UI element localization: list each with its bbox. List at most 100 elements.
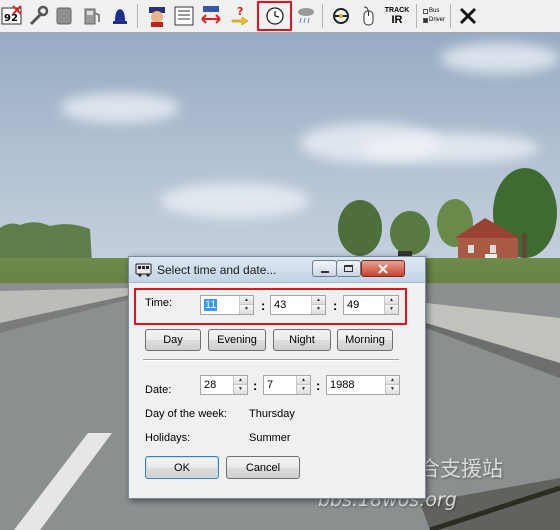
option-bus-label: Bus (429, 8, 440, 14)
close-x-icon (459, 7, 477, 25)
wrench-button[interactable] (26, 3, 50, 29)
time-colon: : (333, 298, 338, 313)
grey-box-button[interactable] (52, 3, 76, 29)
toolbar-separator (416, 4, 417, 28)
trackir-icon: TRACK IR (385, 7, 410, 26)
month-value[interactable]: 7 (267, 379, 273, 391)
maximize-button[interactable] (336, 260, 361, 277)
dialog-titlebar[interactable]: Select time and date... (129, 257, 425, 283)
second-up-arrow-icon[interactable]: ▲ (385, 296, 398, 305)
second-spinner[interactable]: 49 ▲ ▼ (343, 295, 399, 315)
morning-button[interactable]: Morning (337, 329, 393, 351)
fuel-pump-icon (84, 8, 100, 25)
clock-highlight-box (257, 1, 292, 31)
help-button[interactable]: ? (228, 3, 252, 29)
year-down-arrow-icon[interactable]: ▼ (386, 385, 399, 394)
option-bus-row: Bus (423, 8, 439, 15)
toolbar-separator (137, 4, 138, 28)
dialog-divider (143, 359, 399, 361)
trackir-button[interactable]: TRACK IR (383, 3, 411, 29)
dialog-title: Select time and date... (157, 263, 277, 277)
weekday-label: Day of the week: (145, 408, 227, 420)
hour-value[interactable]: 11 (204, 299, 218, 311)
day-value[interactable]: 28 (204, 379, 216, 391)
month-spin-arrows: ▲ ▼ (296, 376, 310, 394)
toolbar: 92 ? TRACK IR Bus Driver (0, 0, 560, 33)
weather-rain-icon (298, 8, 314, 24)
cancel-button[interactable]: Cancel (226, 456, 300, 479)
day-button[interactable]: Day (145, 329, 201, 351)
minute-value[interactable]: 43 (274, 299, 286, 311)
hour-down-arrow-icon[interactable]: ▼ (240, 305, 253, 314)
vehicle-number-button[interactable]: 92 (0, 3, 24, 29)
date-label: Date: (145, 384, 172, 396)
trackir-label-bottom: IR (391, 13, 403, 26)
day-up-arrow-icon[interactable]: ▲ (234, 376, 247, 385)
option-driver-row: Driver (423, 17, 445, 24)
minute-down-arrow-icon[interactable]: ▼ (312, 305, 325, 314)
help-arrow-icon: ? (231, 5, 249, 26)
bus-icon (135, 263, 152, 277)
grey-box-icon (56, 7, 72, 25)
month-up-arrow-icon[interactable]: ▲ (297, 376, 310, 385)
hour-up-arrow-icon[interactable]: ▲ (240, 296, 253, 305)
driver-button[interactable] (145, 3, 169, 29)
close-button[interactable] (456, 3, 480, 29)
date-colon: : (316, 378, 321, 393)
mouse-icon (363, 6, 374, 26)
day-spinner[interactable]: 28 ▲ ▼ (200, 375, 248, 395)
toolbar-separator (322, 4, 323, 28)
month-down-arrow-icon[interactable]: ▼ (297, 385, 310, 394)
time-colon: : (261, 298, 266, 313)
driver-face-icon (149, 7, 165, 27)
time-label: Time: (145, 297, 173, 309)
second-down-arrow-icon[interactable]: ▼ (385, 305, 398, 314)
year-value[interactable]: 1988 (330, 379, 354, 391)
minute-spin-arrows: ▲ ▼ (311, 296, 325, 314)
steering-button[interactable] (329, 3, 353, 29)
svg-text:?: ? (237, 5, 243, 18)
hour-spin-arrows: ▲ ▼ (239, 296, 253, 314)
notes-button[interactable] (172, 3, 196, 29)
holidays-value: Summer (249, 432, 291, 444)
bell-icon (113, 9, 127, 24)
weekday-value: Thursday (249, 408, 295, 420)
swap-arrows-icon (201, 6, 221, 24)
minute-spinner[interactable]: 43 ▲ ▼ (270, 295, 326, 315)
timetable-icon (174, 6, 194, 26)
mouse-button[interactable] (356, 3, 380, 29)
day-down-arrow-icon[interactable]: ▼ (234, 385, 247, 394)
minimize-icon (320, 270, 329, 273)
second-spin-arrows: ▲ ▼ (384, 296, 398, 314)
second-value[interactable]: 49 (347, 299, 359, 311)
minute-up-arrow-icon[interactable]: ▲ (312, 296, 325, 305)
year-up-arrow-icon[interactable]: ▲ (386, 376, 399, 385)
hour-spinner[interactable]: 11 ▲ ▼ (200, 295, 254, 315)
svg-text:92: 92 (4, 13, 18, 24)
day-spin-arrows: ▲ ▼ (233, 376, 247, 394)
ok-button[interactable]: OK (145, 456, 219, 479)
swap-button[interactable] (199, 3, 223, 29)
time-date-dialog: Select time and date... Time: 11 ▲ ▼ : 4… (128, 256, 426, 499)
date-colon: : (253, 378, 258, 393)
minimize-button[interactable] (312, 260, 337, 277)
holidays-label: Holidays: (145, 432, 191, 444)
year-spin-arrows: ▲ ▼ (385, 376, 399, 394)
toolbar-separator (450, 4, 451, 28)
hour-selected-text: 11 (204, 299, 218, 311)
checkbox-icon (423, 9, 428, 14)
wrench-icon (29, 5, 49, 26)
option-driver-label: Driver (429, 17, 445, 23)
maximize-icon (344, 265, 353, 272)
checkbox-checked-icon (423, 18, 428, 23)
window-close-button[interactable] (361, 260, 405, 277)
options-button[interactable]: Bus Driver (423, 3, 447, 29)
weather-button[interactable] (294, 3, 318, 29)
night-button[interactable]: Night (273, 329, 331, 351)
year-spinner[interactable]: 1988 ▲ ▼ (326, 375, 400, 395)
month-spinner[interactable]: 7 ▲ ▼ (263, 375, 311, 395)
evening-button[interactable]: Evening (208, 329, 266, 351)
close-icon (378, 263, 388, 274)
fuel-button[interactable] (80, 3, 104, 29)
bell-button[interactable] (108, 3, 132, 29)
